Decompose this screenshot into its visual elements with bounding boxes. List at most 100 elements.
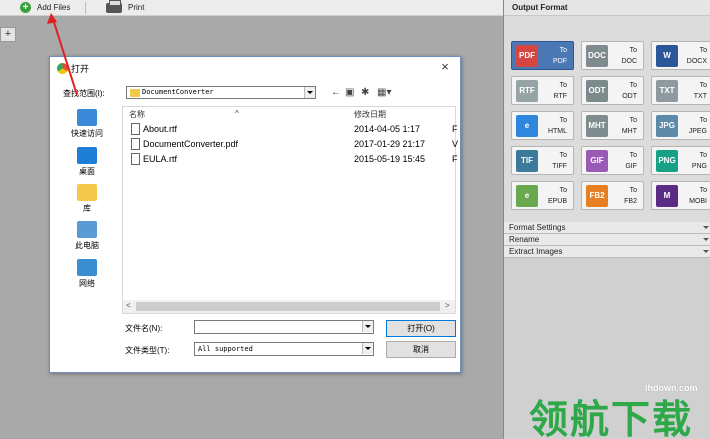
- to-rtf-button[interactable]: RTF To RTF: [511, 76, 574, 105]
- epub-icon: e: [516, 185, 538, 207]
- new-folder-icon[interactable]: ✱: [361, 87, 369, 98]
- file-list[interactable]: 名称 ^ 修改日期 About.rtf 2014-04-05 1:17 F Docum…: [122, 106, 458, 314]
- column-name[interactable]: 名称: [129, 109, 145, 120]
- to-epub-button[interactable]: e To EPUB: [511, 181, 574, 210]
- to-pdf-button[interactable]: PDF To PDF: [511, 41, 574, 70]
- to-doc-button[interactable]: DOC To DOC: [581, 41, 644, 70]
- document-icon: [131, 153, 140, 165]
- red-arrow-annotation: [47, 13, 78, 96]
- format-label: To TIFF: [539, 150, 567, 172]
- pdf-icon: PDF: [516, 45, 538, 67]
- format-to: To: [559, 117, 567, 124]
- column-date[interactable]: 修改日期: [354, 109, 386, 120]
- format-label: To EPUB: [539, 185, 567, 207]
- file-type-truncated: F: [452, 124, 458, 134]
- filename-input[interactable]: [194, 320, 374, 334]
- format-name: RTF: [553, 93, 567, 100]
- desktop-icon: [77, 147, 97, 164]
- filetype-dropdown[interactable]: All supported: [194, 342, 374, 356]
- close-button[interactable]: ×: [438, 60, 452, 74]
- view-menu-icon[interactable]: ▦▾: [377, 87, 391, 98]
- format-to: To: [629, 47, 637, 54]
- file-row[interactable]: About.rtf 2014-04-05 1:17 F: [123, 122, 458, 137]
- chevron-down-icon[interactable]: [362, 343, 373, 354]
- sort-arrow-icon: ^: [235, 109, 239, 118]
- format-label: To ODT: [609, 80, 637, 102]
- file-date: 2017-01-29 21:17: [354, 139, 426, 149]
- fb2-icon: FB2: [586, 185, 608, 207]
- place-1[interactable]: 桌面: [58, 147, 116, 177]
- to-html-button[interactable]: e To HTML: [511, 111, 574, 140]
- print-label: Print: [128, 3, 145, 12]
- file-name: EULA.rtf: [143, 154, 178, 164]
- to-odt-button[interactable]: ODT To ODT: [581, 76, 644, 105]
- format-label: To MOBI: [679, 185, 707, 207]
- document-icon: [131, 123, 140, 135]
- horizontal-scrollbar[interactable]: < >: [123, 300, 455, 313]
- to-docx-button[interactable]: W To DOCX: [651, 41, 710, 70]
- scroll-right-icon[interactable]: >: [445, 301, 450, 310]
- format-to: To: [559, 82, 567, 89]
- place-label: 网络: [79, 279, 95, 288]
- format-name: HTML: [547, 128, 567, 135]
- file-type-truncated: F: [452, 154, 458, 164]
- filename-label: 文件名(N):: [125, 324, 163, 333]
- docx-icon: W: [656, 45, 678, 67]
- to-txt-button[interactable]: TXT To TXT: [651, 76, 710, 105]
- chevron-down-icon[interactable]: [304, 87, 315, 98]
- to-fb2-button[interactable]: FB2 To FB2: [581, 181, 644, 210]
- library-icon: [77, 184, 97, 201]
- option-format-settings[interactable]: Format Settings: [504, 222, 710, 234]
- option-extract-images[interactable]: Extract Images: [504, 246, 710, 258]
- format-to: To: [699, 187, 707, 194]
- format-to: To: [699, 82, 707, 89]
- to-png-button[interactable]: PNG To PNG: [651, 146, 710, 175]
- tiff-icon: TIF: [516, 150, 538, 172]
- place-label: 快速访问: [71, 129, 103, 138]
- option-rename[interactable]: Rename: [504, 234, 710, 246]
- format-label: To MHT: [609, 115, 637, 137]
- back-arrow-icon[interactable]: ←: [331, 87, 341, 98]
- to-mht-button[interactable]: MHT To MHT: [581, 111, 644, 140]
- format-to: To: [699, 117, 707, 124]
- cancel-button[interactable]: 取消: [386, 341, 456, 358]
- scrollbar-thumb[interactable]: [136, 302, 440, 311]
- format-label: To FB2: [609, 185, 637, 207]
- to-gif-button[interactable]: GIF To GIF: [581, 146, 644, 175]
- html-icon: e: [516, 115, 538, 137]
- network-icon: [77, 259, 97, 276]
- format-name: DOCX: [686, 58, 707, 65]
- open-button[interactable]: 打开(O): [386, 320, 456, 337]
- output-format-panel: Output Format PDF To PDF DOC To DOC W To DOCX RTF…: [503, 0, 710, 439]
- format-label: To RTF: [539, 80, 567, 102]
- to-mobi-button[interactable]: M To MOBI: [651, 181, 710, 210]
- format-to: To: [629, 117, 637, 124]
- to-jpeg-button[interactable]: JPG To JPEG: [651, 111, 710, 140]
- filetype-value: All supported: [198, 345, 253, 353]
- file-row[interactable]: DocumentConverter.pdf 2017-01-29 21:17 V: [123, 137, 458, 152]
- format-name: TXT: [693, 93, 707, 100]
- file-row[interactable]: EULA.rtf 2015-05-19 15:45 F: [123, 152, 458, 167]
- scroll-left-icon[interactable]: <: [126, 301, 131, 310]
- up-folder-icon[interactable]: ▣: [345, 87, 354, 98]
- format-name: TIFF: [552, 163, 567, 170]
- lookin-dropdown[interactable]: DocumentConverter: [126, 86, 316, 99]
- place-3[interactable]: 此电脑: [58, 221, 116, 251]
- format-name: PDF: [553, 58, 567, 65]
- watermark-logo-text: 领航下载: [529, 398, 694, 439]
- this-pc-icon: [77, 221, 97, 238]
- place-2[interactable]: 库: [58, 184, 116, 214]
- folder-icon: [130, 89, 140, 97]
- output-format-title: Output Format: [504, 0, 710, 16]
- format-to: To: [629, 82, 637, 89]
- format-to: To: [629, 152, 637, 159]
- to-tiff-button[interactable]: TIF To TIFF: [511, 146, 574, 175]
- place-4[interactable]: 网络: [58, 259, 116, 289]
- filetype-label: 文件类型(T):: [125, 346, 170, 355]
- format-name: GIF: [625, 163, 637, 170]
- chevron-down-icon[interactable]: [362, 321, 373, 332]
- format-to: To: [559, 47, 567, 54]
- format-to: To: [629, 187, 637, 194]
- format-name: FB2: [624, 198, 637, 205]
- format-name: EPUB: [547, 198, 567, 205]
